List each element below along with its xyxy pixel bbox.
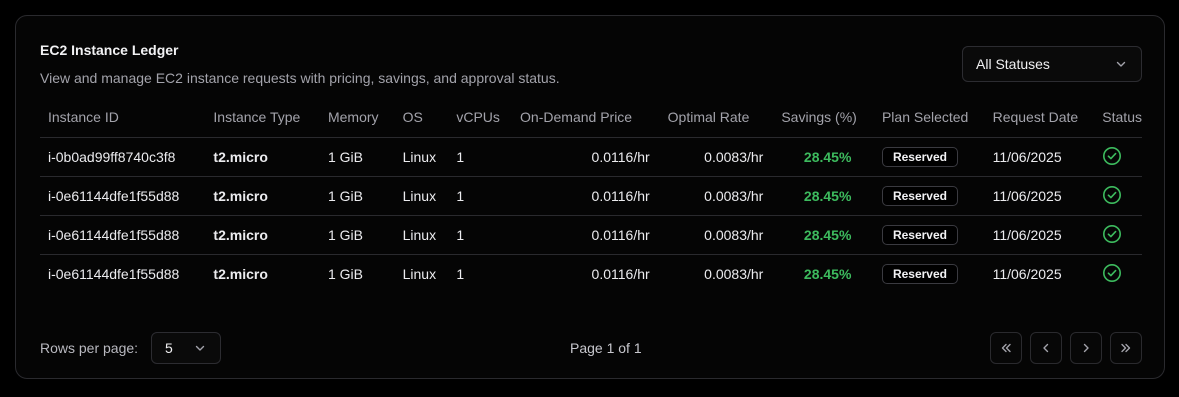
last-page-icon [1121, 343, 1131, 353]
next-page-icon [1083, 343, 1089, 353]
savings-percent: 28.45% [803, 266, 852, 282]
os: Linux [394, 215, 449, 255]
next-page-button[interactable] [1070, 332, 1102, 364]
status-cell [1094, 176, 1142, 216]
first-page-button[interactable] [990, 332, 1022, 364]
col-savings[interactable]: Savings (%) [773, 97, 874, 138]
plan-badge: Reserved [881, 147, 958, 167]
request-date: 11/06/2025 [984, 176, 1095, 216]
status-filter-select[interactable]: All Statuses [962, 46, 1142, 82]
memory: 1 GiB [327, 266, 363, 282]
on-demand-price: 0.0116/hr [512, 215, 660, 255]
col-os[interactable]: OS [394, 97, 449, 138]
col-plan-selected[interactable]: Plan Selected [873, 97, 985, 138]
os: Linux [402, 266, 437, 282]
col-on-demand-price[interactable]: On-Demand Price [512, 97, 660, 138]
col-memory[interactable]: Memory [319, 97, 395, 138]
plan-badge: Reserved [881, 186, 958, 206]
rows-per-page-label: Rows per page: [40, 340, 139, 356]
plan-badge: Reserved [881, 264, 958, 284]
last-page-button[interactable] [1110, 332, 1142, 364]
on-demand-price: 0.0116/hr [512, 137, 660, 177]
vcpus: 1 [456, 266, 465, 282]
os: Linux [394, 137, 449, 177]
request-date: 11/06/2025 [984, 137, 1095, 177]
table-row[interactable]: i-0e61144dfe1f55d88 t2.micro 1 GiB Linux… [40, 176, 1142, 216]
memory: 1 GiB [319, 215, 395, 255]
card-subtitle: View and manage EC2 instance requests wi… [40, 70, 560, 86]
check-circle-icon [1103, 263, 1122, 282]
status-cell [1094, 215, 1142, 255]
table-header-row: Instance ID Instance Type Memory OS vCPU… [40, 97, 1142, 138]
table-row[interactable]: i-0e61144dfe1f55d88 t2.micro 1 GiB Linux… [40, 215, 1142, 255]
col-optimal-rate[interactable]: Optimal Rate [659, 97, 774, 138]
optimal-rate: 0.0083/hr [659, 137, 774, 177]
instance-type: t2.micro [213, 266, 268, 282]
instance-id: i-0e61144dfe1f55d88 [48, 266, 180, 282]
chevron-down-icon [1116, 61, 1126, 67]
status-filter-value: All Statuses [976, 56, 1050, 72]
instance-id: i-0b0ad99ff8740c3f8 [40, 137, 206, 177]
memory: 1 GiB [319, 137, 395, 177]
optimal-rate: 0.0083/hr [659, 215, 774, 255]
os: Linux [394, 176, 449, 216]
on-demand-price: 0.0116/hr [512, 176, 660, 216]
instance-type: t2.micro [205, 176, 320, 216]
table-row[interactable]: i-0e61144dfe1f55d88 t2.micro 1 GiB Linux… [40, 255, 1142, 294]
table-row[interactable]: i-0b0ad99ff8740c3f8 t2.micro 1 GiB Linux… [40, 137, 1142, 177]
col-request-date[interactable]: Request Date [984, 97, 1095, 138]
previous-page-button[interactable] [1030, 332, 1062, 364]
page-info: Page 1 of 1 [570, 340, 642, 356]
vcpus: 1 [448, 215, 513, 255]
savings-percent: 28.45% [773, 176, 874, 216]
plan-cell: Reserved [874, 255, 985, 294]
savings-percent: 28.45% [773, 215, 874, 255]
instance-id: i-0e61144dfe1f55d88 [40, 176, 206, 216]
rows-per-page-select[interactable]: 5 [151, 332, 221, 364]
on-demand-price: 0.0116/hr [591, 266, 650, 282]
instance-table: Instance ID Instance Type Memory OS vCPU… [40, 97, 1142, 293]
col-status[interactable]: Status [1094, 97, 1142, 138]
check-circle-icon [1103, 146, 1122, 165]
optimal-rate: 0.0083/hr [659, 176, 774, 216]
col-instance-id[interactable]: Instance ID [40, 97, 206, 138]
check-circle-icon [1103, 224, 1122, 243]
col-instance-type[interactable]: Instance Type [205, 97, 320, 138]
check-circle-icon [1103, 185, 1122, 204]
status-cell [1094, 137, 1142, 177]
plan-cell: Reserved [873, 176, 985, 216]
first-page-icon [1001, 343, 1011, 353]
card-title: EC2 Instance Ledger [40, 42, 179, 58]
previous-page-icon [1043, 343, 1049, 353]
rows-per-page-value: 5 [165, 340, 173, 356]
status-cell [1094, 255, 1142, 294]
plan-badge: Reserved [881, 225, 958, 245]
instance-type: t2.micro [205, 215, 320, 255]
plan-cell: Reserved [873, 215, 985, 255]
instance-type: t2.micro [205, 137, 320, 177]
savings-percent: 28.45% [773, 137, 874, 177]
request-date: 11/06/2025 [992, 266, 1062, 282]
col-vcpus[interactable]: vCPUs [448, 97, 513, 138]
chevron-down-icon [195, 345, 205, 351]
instance-ledger-card: EC2 Instance Ledger View and manage EC2 … [15, 15, 1165, 379]
plan-cell: Reserved [873, 137, 985, 177]
optimal-rate: 0.0083/hr [704, 266, 764, 282]
vcpus: 1 [448, 176, 513, 216]
vcpus: 1 [448, 137, 513, 177]
memory: 1 GiB [319, 176, 395, 216]
instance-id: i-0e61144dfe1f55d88 [40, 215, 206, 255]
request-date: 11/06/2025 [984, 215, 1095, 255]
